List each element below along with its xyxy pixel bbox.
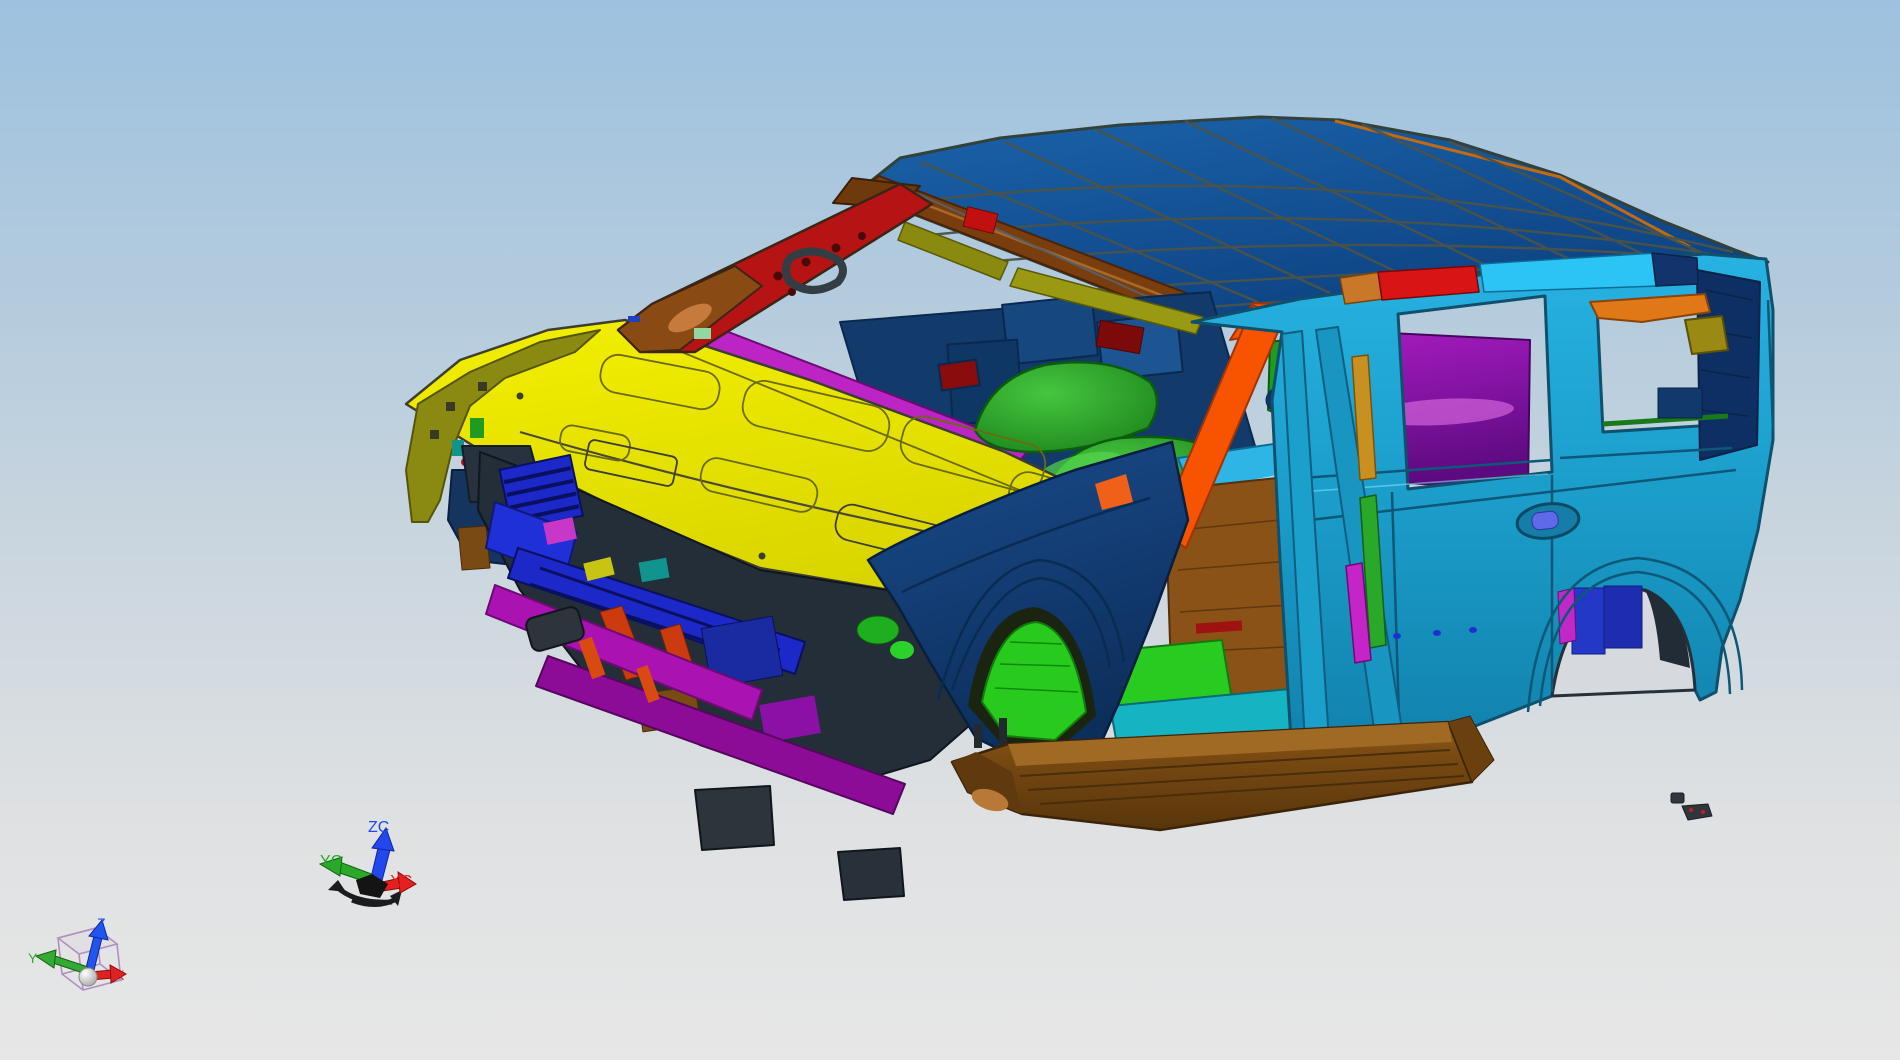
under-bracket-2	[837, 847, 905, 901]
under-bracket-1	[694, 785, 775, 851]
view-orientation-triad[interactable]: Z Y X	[28, 915, 127, 991]
rear-window-bracket-olive	[1684, 315, 1729, 355]
wcs-y-label: YC	[320, 853, 342, 870]
arch-magenta-strip	[1557, 587, 1577, 645]
rail-segment-tan	[1339, 271, 1384, 305]
view-y-label: Y	[28, 950, 38, 966]
wcs-triad[interactable]: ZC YC XC	[318, 819, 417, 907]
model-canvas[interactable]: ZC YC XC Z Y X	[0, 0, 1900, 1060]
rail-segment-navy	[1651, 252, 1699, 287]
engine-bay-green	[856, 615, 900, 645]
arch-inner-blue-panel	[1571, 587, 1606, 655]
cad-viewport[interactable]: ZC YC XC Z Y X	[0, 0, 1900, 1060]
underbody-parts[interactable]	[1670, 792, 1713, 821]
view-x-label: X	[115, 967, 125, 983]
wcs-z-label: ZC	[368, 819, 389, 836]
orientation-sphere[interactable]	[78, 967, 98, 987]
car-model[interactable]	[404, 115, 1775, 901]
wcs-x-label: XC	[390, 873, 412, 890]
view-z-label: Z	[97, 915, 106, 931]
